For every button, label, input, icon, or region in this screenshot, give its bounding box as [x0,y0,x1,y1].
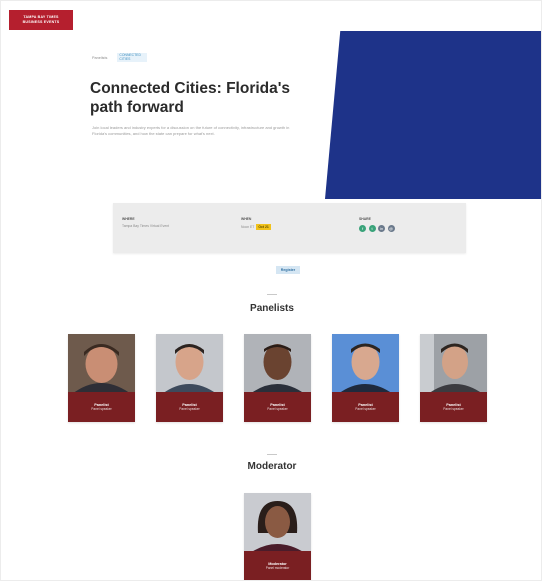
panelist-photo [420,334,487,394]
panelist-card[interactable]: Panelist Panel speaker [244,334,311,422]
brand-logo-line1: TAMPA BAY TIMES [23,14,59,19]
when-row: Noon ET Oct 21 [241,224,311,230]
when-block: WHEN Noon ET Oct 21 [241,217,311,230]
panelist-nameplate: Panelist Panel speaker [156,392,223,422]
where-block: WHERE Tampa Bay Times Virtual Event [122,217,202,229]
panelist-title: Panel speaker [355,407,376,412]
hero-tag-pill[interactable]: CONNECTED CITIES [117,53,148,63]
panelist-title: Panel speaker [267,407,288,412]
moderator-title: Panel moderator [265,566,290,571]
panelist-card[interactable]: Panelist Panel speaker [332,334,399,422]
moderator-nameplate: Moderator Panel moderator [244,551,311,580]
panelist-nameplate: Panelist Panel speaker [244,392,311,422]
brand-logo[interactable]: TAMPA BAY TIMES BUSINESS EVENTS [9,10,73,30]
twitter-icon[interactable]: t [368,225,376,232]
linkedin-icon[interactable]: in [378,225,385,232]
when-date-badge: Oct 21 [256,224,271,230]
panelist-card[interactable]: Panelist Panel speaker [420,334,487,422]
brand-logo-line2: BUSINESS EVENTS [22,19,60,24]
panelist-card[interactable]: Panelist Panel speaker [68,334,135,422]
page-title: Connected Cities: Florida's path forward [90,80,291,116]
moderator-heading: Moderator [247,461,297,472]
panelist-photo [332,334,399,394]
panelist-title: Panel speaker [179,407,200,412]
moderator-card[interactable]: Moderator Panel moderator [244,493,311,580]
panelist-card[interactable]: Panelist Panel speaker [156,334,223,422]
where-label: WHERE [122,217,135,221]
moderator-photo [244,493,311,553]
when-time: Noon ET [241,224,255,229]
facebook-icon[interactable]: f [359,225,366,232]
moderator-divider [267,454,277,455]
panelist-nameplate: Panelist Panel speaker [68,392,135,422]
where-text: Tampa Bay Times Virtual Event [122,224,170,228]
panelists-heading: Panelists [250,303,294,314]
panelist-title: Panel speaker [443,407,464,412]
share-label: SHARE [359,217,371,221]
event-description: Join local leaders and industry experts … [92,125,290,136]
panelist-nameplate: Panelist Panel speaker [332,392,399,422]
panelist-title: Panel speaker [91,407,112,412]
event-page: TAMPA BAY TIMES BUSINESS EVENTS Panelist… [0,0,542,581]
panelist-photo [156,334,223,394]
panelist-photo [68,334,135,394]
when-label: WHEN [241,217,252,221]
share-block: SHARE f t in @ [359,217,419,232]
panelist-photo [244,334,311,394]
hero-blue-graphic [325,31,541,199]
share-icons: f t in @ [359,225,419,232]
register-button[interactable]: Register [276,266,300,274]
hero-tag-label: Panelists [92,55,108,60]
event-info-bar: WHERE Tampa Bay Times Virtual Event WHEN… [113,203,466,253]
hero-tags: Panelists CONNECTED CITIES [92,53,148,63]
panelist-nameplate: Panelist Panel speaker [420,392,487,422]
panelists-divider [267,294,277,295]
email-icon[interactable]: @ [387,225,395,232]
